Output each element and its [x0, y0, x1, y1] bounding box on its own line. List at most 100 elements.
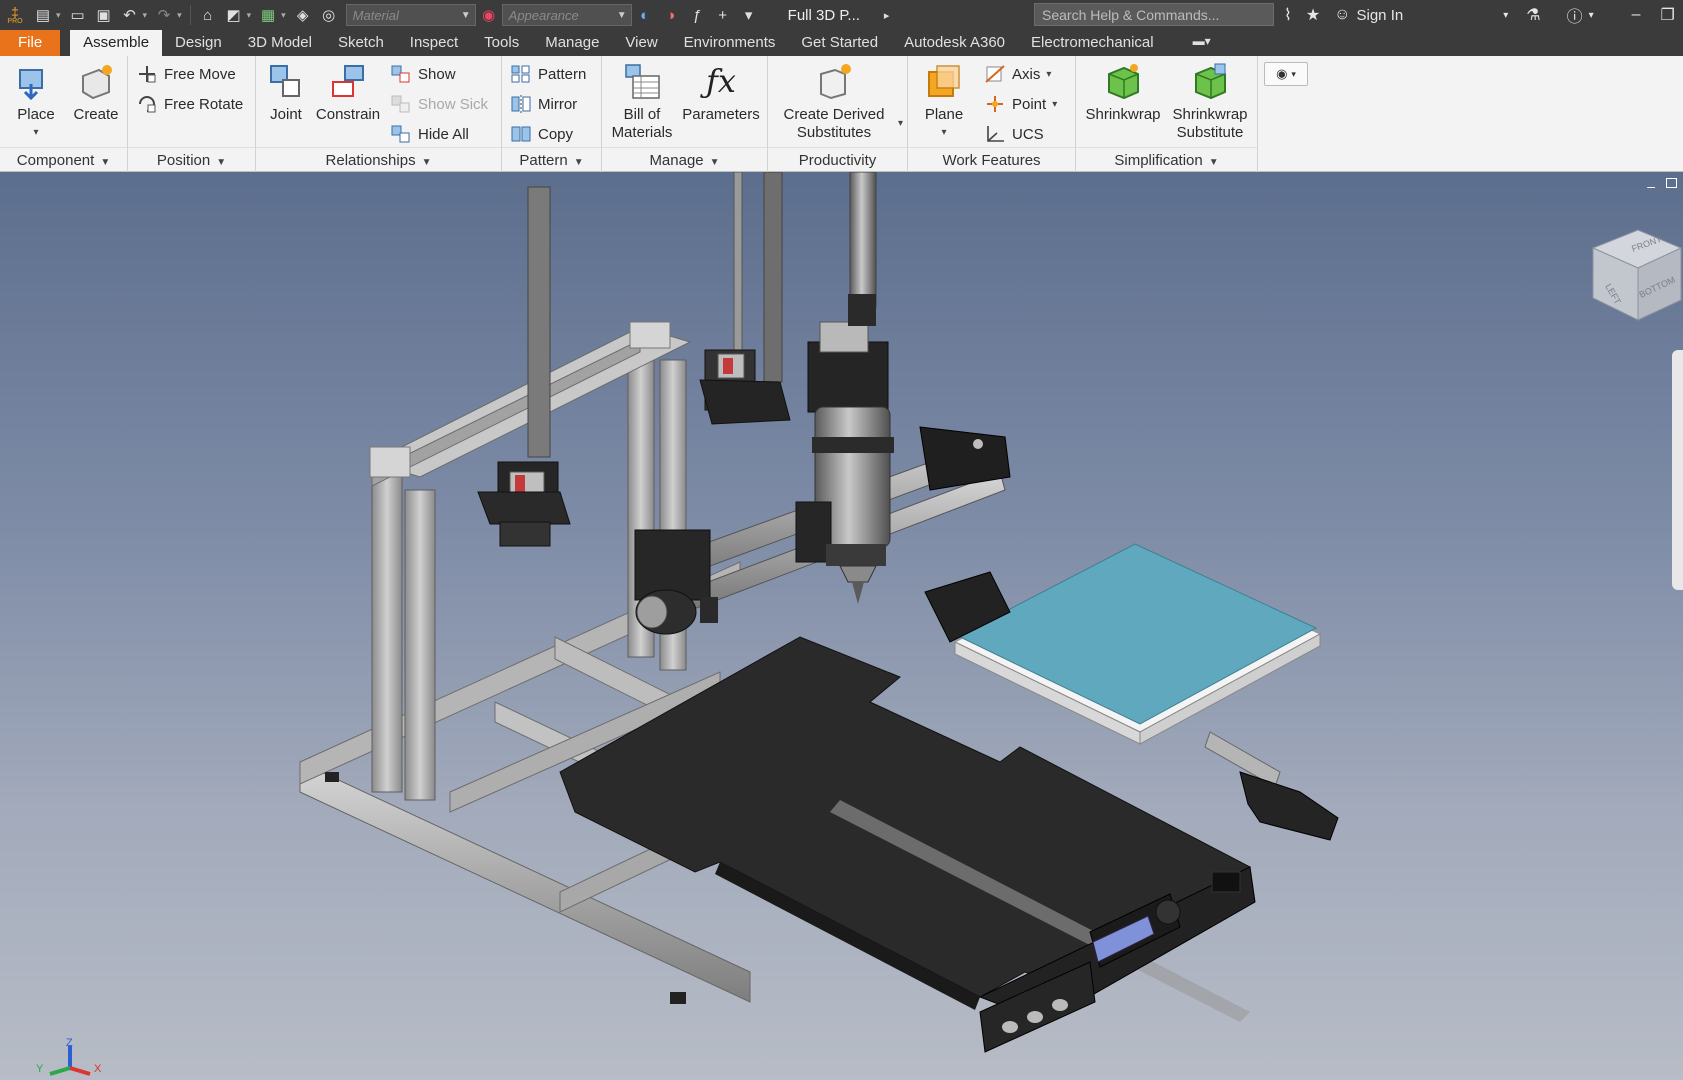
tab-tools[interactable]: Tools: [471, 30, 532, 56]
tab-environments[interactable]: Environments: [671, 30, 789, 56]
ribbon-options-icon[interactable]: ▬▾: [1167, 30, 1224, 56]
qat-separator: [189, 5, 191, 25]
ucs-button[interactable]: UCS: [984, 122, 1044, 146]
free-rotate-icon: [136, 94, 158, 114]
free-rotate-button[interactable]: Free Rotate: [136, 92, 243, 116]
globe-icon[interactable]: ◎: [316, 2, 342, 28]
bill-of-materials-button[interactable]: Bill of Materials: [606, 62, 678, 142]
help-dropdown-icon[interactable]: ▾: [1589, 10, 1594, 21]
axis-icon: [984, 64, 1006, 84]
viewport-minimize-icon[interactable]: –: [1647, 178, 1655, 194]
productivity-dropdown-icon[interactable]: ▾: [898, 118, 903, 129]
copy-icon: [510, 124, 532, 144]
navigation-bar-tab[interactable]: [1672, 350, 1683, 590]
axis-dropdown-icon[interactable]: ▾: [1046, 69, 1051, 80]
fx-icon[interactable]: ƒ: [684, 2, 710, 28]
select-dropdown-icon[interactable]: ▾: [247, 10, 252, 21]
show-sick-button[interactable]: Show Sick: [390, 92, 488, 116]
create-derived-substitutes-button[interactable]: Create Derived Substitutes: [772, 62, 896, 142]
parts-icon[interactable]: ◈: [290, 2, 316, 28]
sign-in-link[interactable]: Sign In: [1357, 7, 1404, 24]
cart-icon[interactable]: ⚗: [1526, 5, 1540, 25]
redo-icon[interactable]: ↷: [151, 2, 177, 28]
panel-simplification-title[interactable]: Simplification ▼: [1076, 147, 1257, 172]
plane-button[interactable]: Plane ▾: [916, 62, 972, 142]
joint-icon: [267, 62, 305, 100]
plus-icon[interactable]: +: [710, 2, 736, 28]
new-dropdown-icon[interactable]: ▾: [56, 10, 61, 21]
x-motor-end[interactable]: [634, 529, 718, 635]
free-move-button[interactable]: Free Move: [136, 62, 236, 86]
tab-sketch[interactable]: Sketch: [325, 30, 397, 56]
redo-dropdown-icon[interactable]: ▾: [177, 10, 182, 21]
tab-assemble[interactable]: Assemble: [70, 30, 163, 56]
create-button[interactable]: Create: [70, 62, 122, 124]
viewport-restore-icon[interactable]: [1666, 178, 1677, 188]
printer-assembly-model[interactable]: [0, 172, 1683, 1080]
point-button[interactable]: Point ▾: [984, 92, 1057, 116]
shrinkwrap-button[interactable]: Shrinkwrap: [1082, 62, 1164, 124]
panel-component-title[interactable]: Component ▼: [0, 147, 127, 172]
corner-bracket: [629, 321, 671, 349]
panel-position-title[interactable]: Position ▼: [128, 147, 255, 172]
restore-window-icon[interactable]: ❐: [1661, 5, 1675, 25]
panel-relationships-title[interactable]: Relationships ▼: [256, 147, 501, 172]
tab-inspect[interactable]: Inspect: [397, 30, 471, 56]
parameters-button[interactable]: ƒx Parameters: [678, 62, 764, 124]
joint-button[interactable]: Joint: [262, 62, 310, 124]
place-button[interactable]: Place ▾: [10, 62, 62, 142]
viewcube[interactable]: FRONT LEFT BOTTOM: [1583, 228, 1683, 328]
plane-dropdown-icon[interactable]: ▾: [916, 124, 972, 142]
tab-autodesk-a360[interactable]: Autodesk A360: [891, 30, 1018, 56]
tab-get-started[interactable]: Get Started: [788, 30, 891, 56]
update-icon[interactable]: ▦: [255, 2, 281, 28]
show-button[interactable]: Show: [390, 62, 456, 86]
left-z-motor-block[interactable]: [477, 461, 571, 547]
sign-in-dropdown-icon[interactable]: ▾: [1503, 10, 1508, 21]
spindle-carriage[interactable]: [795, 294, 894, 604]
ribbon-panel-options-button[interactable]: ◉ ▾: [1264, 62, 1308, 86]
axis-button[interactable]: Axis ▾: [984, 62, 1051, 86]
clear-appearance-icon[interactable]: ◑: [658, 2, 684, 28]
tab-manage[interactable]: Manage: [532, 30, 612, 56]
search-input[interactable]: Search Help & Commands...: [1034, 3, 1274, 26]
undo-icon[interactable]: ↶: [117, 2, 143, 28]
undo-dropdown-icon[interactable]: ▾: [143, 10, 148, 21]
open-icon[interactable]: ▭: [65, 2, 91, 28]
tab-electromechanical[interactable]: Electromechanical: [1018, 30, 1167, 56]
appearance-combo[interactable]: Appearance ▼: [501, 4, 632, 26]
point-dropdown-icon[interactable]: ▾: [1052, 99, 1057, 110]
tab-design[interactable]: Design: [162, 30, 235, 56]
panel-manage-title[interactable]: Manage ▼: [602, 147, 767, 172]
print-bed-surface[interactable]: [956, 543, 1318, 725]
customize-qat-icon[interactable]: ▾: [736, 2, 762, 28]
save-icon[interactable]: ▣: [91, 2, 117, 28]
hide-all-button[interactable]: Hide All: [390, 122, 469, 146]
chevron-down-icon: ▼: [216, 157, 227, 168]
update-dropdown-icon[interactable]: ▾: [281, 10, 286, 21]
shrinkwrap-substitute-button[interactable]: Shrinkwrap Substitute: [1168, 62, 1252, 142]
exchange-icon[interactable]: ⌇: [1284, 5, 1292, 25]
help-icon[interactable]: ⓘ: [1567, 3, 1583, 27]
minimize-window-icon[interactable]: –: [1632, 6, 1641, 24]
select-icon[interactable]: ◩: [221, 2, 247, 28]
mirror-button[interactable]: Mirror: [510, 92, 577, 116]
tab-3d-model[interactable]: 3D Model: [235, 30, 325, 56]
copy-button[interactable]: Copy: [510, 122, 573, 146]
star-icon[interactable]: ★: [1306, 5, 1320, 25]
adjust-appearance-icon[interactable]: ◐: [632, 2, 658, 28]
chevron-down-icon: ▼: [1208, 157, 1219, 168]
new-icon[interactable]: ▤: [30, 2, 56, 28]
tab-view[interactable]: View: [612, 30, 670, 56]
constrain-button[interactable]: Constrain: [312, 62, 384, 124]
pattern-button[interactable]: Pattern: [510, 62, 586, 86]
graphics-viewport[interactable]: – FRONT LEFT BOTTOM X Y Z: [0, 172, 1683, 1080]
user-icon[interactable]: ☺: [1334, 6, 1350, 24]
home-icon[interactable]: ⌂: [195, 2, 221, 28]
place-dropdown-icon[interactable]: ▾: [10, 124, 62, 142]
material-combo[interactable]: Material ▼: [345, 4, 476, 26]
panel-pattern-title[interactable]: Pattern ▼: [502, 147, 601, 172]
chevron-down-icon: ▼: [709, 157, 720, 168]
tab-file[interactable]: File: [0, 30, 61, 56]
app-logo-icon[interactable]: ‡ PRO: [0, 2, 30, 28]
